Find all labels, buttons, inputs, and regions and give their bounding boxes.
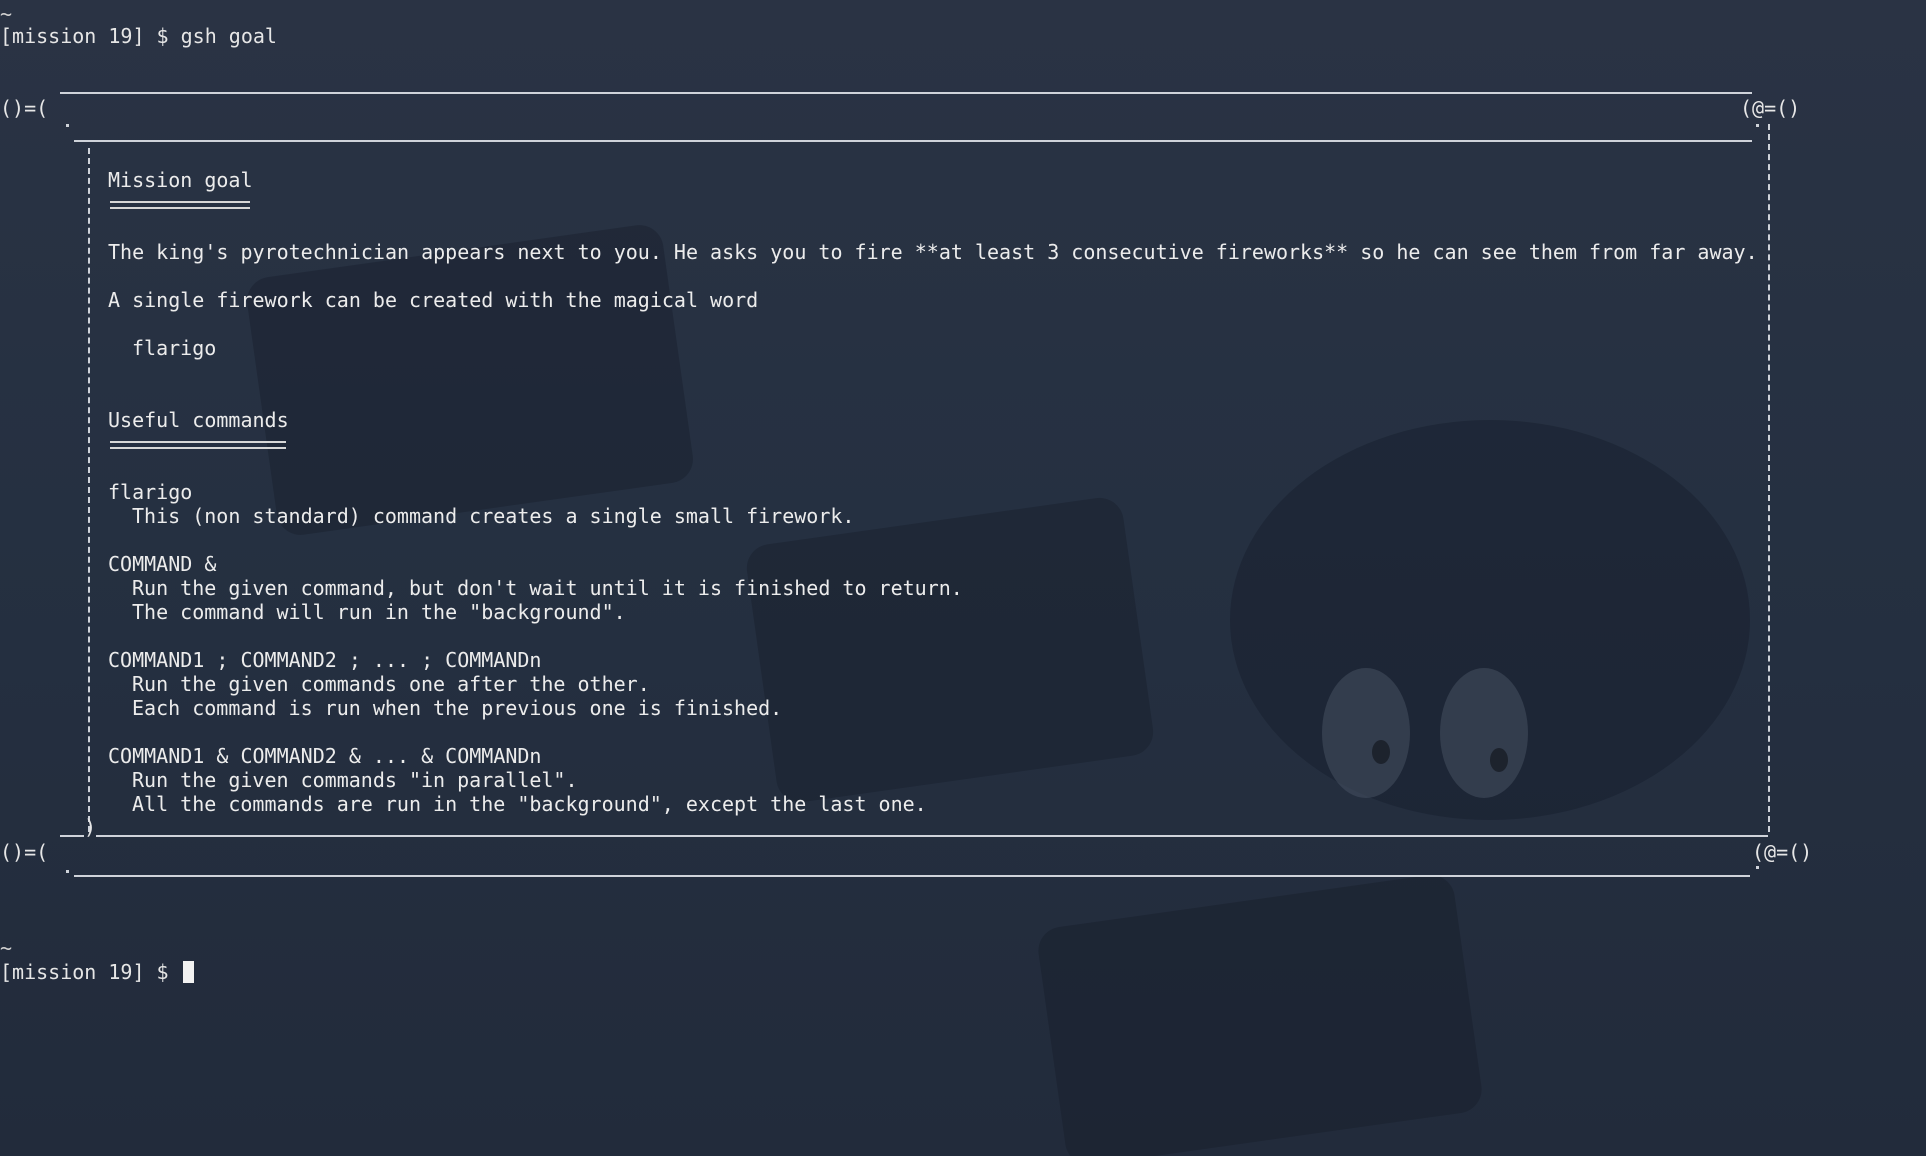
command-description: Run the given commands one after the oth… xyxy=(132,672,650,696)
scroll-top-right-end: (@=() xyxy=(1740,96,1801,120)
scroll-top-rule-upper xyxy=(60,92,1752,94)
cwd-tilde: ~ xyxy=(0,936,13,960)
mission-goal-heading: Mission goal xyxy=(108,168,253,192)
scroll-dot xyxy=(1756,124,1759,127)
scroll-dot xyxy=(66,870,69,873)
command-description: Each command is run when the previous on… xyxy=(132,696,783,720)
command-syntax: COMMAND & xyxy=(108,552,217,576)
command-syntax: flarigo xyxy=(108,480,193,504)
magic-word-intro: A single firework can be created with th… xyxy=(108,288,759,312)
mission-description: The king's pyrotechnician appears next t… xyxy=(108,240,1758,264)
magic-word: flarigo xyxy=(132,336,217,360)
scroll-top-left-end: ()=( xyxy=(0,96,49,120)
scroll-dot xyxy=(66,124,69,127)
scroll-bottom-curl-rule xyxy=(60,835,84,837)
terminal-window[interactable]: ~ [mission 19] $ gsh goal ()=( (@=() ) (… xyxy=(0,0,1926,1156)
mission-goal-underline xyxy=(110,201,250,209)
useful-commands-underline xyxy=(110,441,286,449)
scroll-left-border xyxy=(88,148,90,832)
command-description: This (non standard) command creates a si… xyxy=(132,504,855,528)
command-line-2[interactable]: [mission 19] $ xyxy=(0,960,194,984)
cwd-tilde: ~ xyxy=(0,2,13,26)
scroll-top-rule-lower xyxy=(74,140,1752,142)
command-description: All the commands are run in the "backgro… xyxy=(132,792,927,816)
text-cursor xyxy=(182,961,194,983)
scroll-right-border xyxy=(1768,124,1770,832)
command-syntax: COMMAND1 ; COMMAND2 ; ... ; COMMANDn xyxy=(108,648,542,672)
scroll-bottom-rule-lower xyxy=(74,875,1750,877)
scroll-bottom-curl: ) xyxy=(84,815,97,839)
prompt-text: [mission 19] $ xyxy=(0,960,181,984)
command-description: The command will run in the "background"… xyxy=(132,600,626,624)
scroll-dot xyxy=(1756,866,1759,869)
command-description: Run the given command, but don't wait un… xyxy=(132,576,963,600)
scroll-bottom-rule-upper xyxy=(96,835,1768,837)
scroll-bottom-left-end: ()=( xyxy=(0,840,49,864)
command-line-1: [mission 19] $ gsh goal xyxy=(0,24,277,48)
scroll-bottom-right-end: (@=() xyxy=(1752,840,1813,864)
command-syntax: COMMAND1 & COMMAND2 & ... & COMMANDn xyxy=(108,744,542,768)
command-description: Run the given commands "in parallel". xyxy=(132,768,578,792)
useful-commands-heading: Useful commands xyxy=(108,408,289,432)
